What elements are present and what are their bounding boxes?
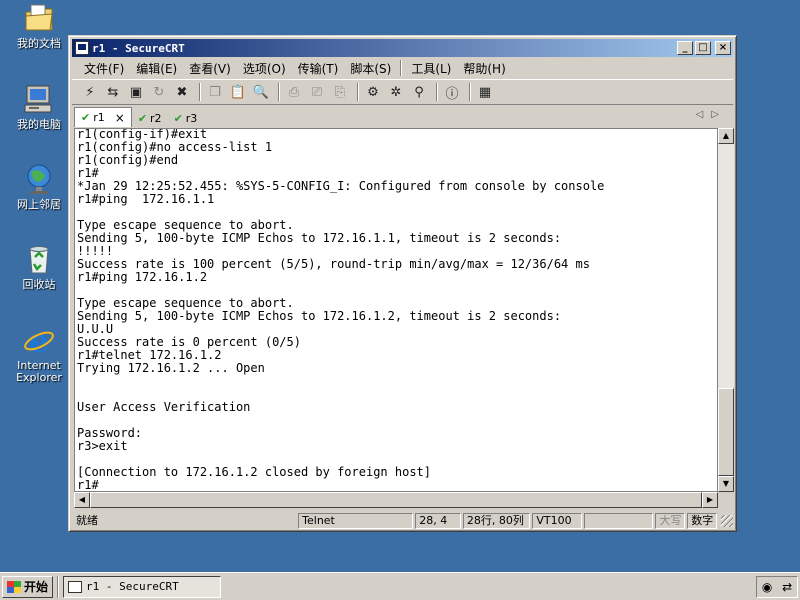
scroll-left-button[interactable]: ◀: [74, 492, 90, 508]
tab-r3[interactable]: ✔ r3: [168, 109, 204, 127]
menu-transfer[interactable]: 传输(T): [292, 60, 345, 77]
recycle-bin-icon: [23, 243, 55, 275]
status-cursor-position: 28, 4: [415, 513, 461, 529]
desktop-icon-internet-explorer[interactable]: e Internet Explorer: [8, 322, 70, 384]
menu-separator: [400, 60, 403, 76]
vertical-scrollbar[interactable]: ▲ ▼: [718, 128, 734, 492]
scroll-right-button[interactable]: ▶: [702, 492, 718, 508]
tab-r2[interactable]: ✔ r2: [132, 109, 168, 127]
taskbar-separator: [57, 575, 60, 598]
desktop-icon-my-documents[interactable]: 我的文档: [8, 2, 70, 50]
horizontal-scroll-thumb[interactable]: [90, 492, 702, 508]
toolbar-separator: [469, 83, 471, 101]
status-ready: 就绪: [76, 514, 98, 527]
folder-documents-icon: [23, 2, 55, 34]
desktop-icon-label: Internet Explorer: [16, 359, 62, 384]
disconnect-icon[interactable]: ✖: [172, 82, 192, 102]
minimize-button[interactable]: _: [677, 41, 693, 55]
terminal-output[interactable]: r1(config-if)#exit r1(config)#no access-…: [74, 128, 718, 492]
title-bar[interactable]: r1 - SecureCRT _ □ ×: [72, 39, 733, 57]
tab-scroll-arrows-icon[interactable]: ◁▷: [696, 109, 727, 120]
session-tabs: ✔ r1 × ✔ r2 ✔ r3 ◁▷: [72, 107, 733, 127]
tab-label: r2: [150, 111, 162, 125]
horizontal-scrollbar[interactable]: ◀ ▶: [74, 492, 718, 508]
menu-help[interactable]: 帮助(H): [457, 60, 511, 77]
desktop-icon-network[interactable]: 网上邻居: [8, 163, 70, 211]
printer-setup-icon[interactable]: ⎘: [330, 82, 350, 102]
tab-r1[interactable]: ✔ r1 ×: [74, 107, 132, 127]
resize-grip-icon[interactable]: [721, 515, 733, 527]
paste-icon[interactable]: 📋: [228, 82, 248, 102]
global-options-icon[interactable]: ✲: [386, 82, 406, 102]
close-button[interactable]: ×: [715, 41, 731, 55]
toolbar-separator: [278, 83, 280, 101]
session-options-icon[interactable]: ⚙: [363, 82, 383, 102]
tab-label: r3: [185, 111, 198, 125]
desktop-icon-label: 我的电脑: [17, 118, 61, 131]
status-caps-lock: 大写: [655, 513, 686, 529]
toolbar: ⚡ ⇆ ▣ ↻ ✖ ❐ 📋 🔍 ⎙ ⎚ ⎘ ⚙ ✲ ⚲ ⓘ ▦: [72, 79, 733, 105]
svg-text:e: e: [29, 324, 49, 356]
vertical-scroll-thumb[interactable]: [718, 388, 734, 476]
reconnect-icon[interactable]: ↻: [149, 82, 169, 102]
task-label: r1 - SecureCRT: [86, 580, 179, 593]
toolbar-separator: [199, 83, 201, 101]
securecrt-window: r1 - SecureCRT _ □ × 文件(F) 编辑(E) 查看(V) 选…: [68, 35, 737, 532]
menu-tools[interactable]: 工具(L): [405, 60, 457, 77]
desktop-icon-label: 回收站: [22, 278, 56, 291]
find-icon[interactable]: 🔍: [251, 82, 271, 102]
terminal-text: r1(config-if)#exit r1(config)#no access-…: [77, 128, 605, 492]
key-map-icon[interactable]: ⚲: [409, 82, 429, 102]
desktop-icon-recycle-bin[interactable]: 回收站: [8, 243, 70, 291]
windows-flag-icon: [7, 580, 21, 593]
securecrt-app-icon[interactable]: [75, 41, 89, 55]
system-tray: ◉ ⇄: [756, 576, 798, 598]
help-icon[interactable]: ⓘ: [442, 82, 462, 102]
toolbar-separator: [436, 83, 438, 101]
status-terminal-size: 28行, 80列: [462, 513, 531, 529]
start-label: 开始: [24, 580, 49, 594]
menu-file[interactable]: 文件(F): [78, 60, 130, 77]
tray-network-icon[interactable]: ⇄: [782, 580, 792, 594]
menu-options[interactable]: 选项(O): [237, 60, 292, 77]
scroll-up-button[interactable]: ▲: [718, 128, 734, 144]
print-selection-icon[interactable]: ⎚: [307, 82, 327, 102]
status-protocol: Telnet: [298, 513, 414, 529]
connected-check-icon: ✔: [137, 111, 148, 125]
menu-bar: 文件(F) 编辑(E) 查看(V) 选项(O) 传输(T) 脚本(S) 工具(L…: [72, 58, 733, 78]
taskbar-item-securecrt[interactable]: r1 - SecureCRT: [63, 575, 222, 598]
window-title: r1 - SecureCRT: [92, 41, 185, 55]
menu-edit[interactable]: 编辑(E): [130, 60, 183, 77]
ie-icon: e: [23, 322, 55, 360]
tab-close-button[interactable]: ×: [115, 111, 125, 125]
network-icon: [23, 163, 55, 195]
connected-check-icon: ✔: [173, 111, 183, 125]
status-blank: [584, 513, 654, 529]
print-icon[interactable]: ⎙: [284, 82, 304, 102]
taskbar: 开始 r1 - SecureCRT ◉ ⇄: [0, 572, 800, 600]
tab-label: r1: [93, 111, 105, 124]
tray-speaker-icon[interactable]: ◉: [762, 580, 772, 594]
desktop-icon-label: 我的文档: [17, 37, 61, 50]
quick-connect-icon[interactable]: ⇆: [103, 82, 123, 102]
copy-icon[interactable]: ❐: [205, 82, 225, 102]
connect-in-tab-icon[interactable]: ▣: [126, 82, 146, 102]
menu-script[interactable]: 脚本(S): [344, 60, 397, 77]
connect-icon[interactable]: ⚡: [80, 82, 100, 102]
keypad-icon[interactable]: ▦: [475, 82, 495, 102]
start-button[interactable]: 开始: [2, 575, 54, 598]
computer-icon: [23, 83, 55, 115]
status-emulation: VT100: [532, 513, 583, 529]
menu-view[interactable]: 查看(V): [183, 60, 237, 77]
desktop-icon-my-computer[interactable]: 我的电脑: [8, 83, 70, 131]
scroll-down-button[interactable]: ▼: [718, 476, 734, 492]
maximize-button[interactable]: □: [695, 41, 711, 55]
securecrt-task-icon: [68, 580, 83, 593]
status-bar: 就绪 Telnet 28, 4 28行, 80列 VT100 大写 数字: [72, 512, 733, 530]
desktop-icon-label: 网上邻居: [17, 198, 61, 211]
toolbar-separator: [357, 83, 359, 101]
connected-check-icon: ✔: [81, 111, 91, 124]
status-num-lock: 数字: [687, 513, 718, 529]
